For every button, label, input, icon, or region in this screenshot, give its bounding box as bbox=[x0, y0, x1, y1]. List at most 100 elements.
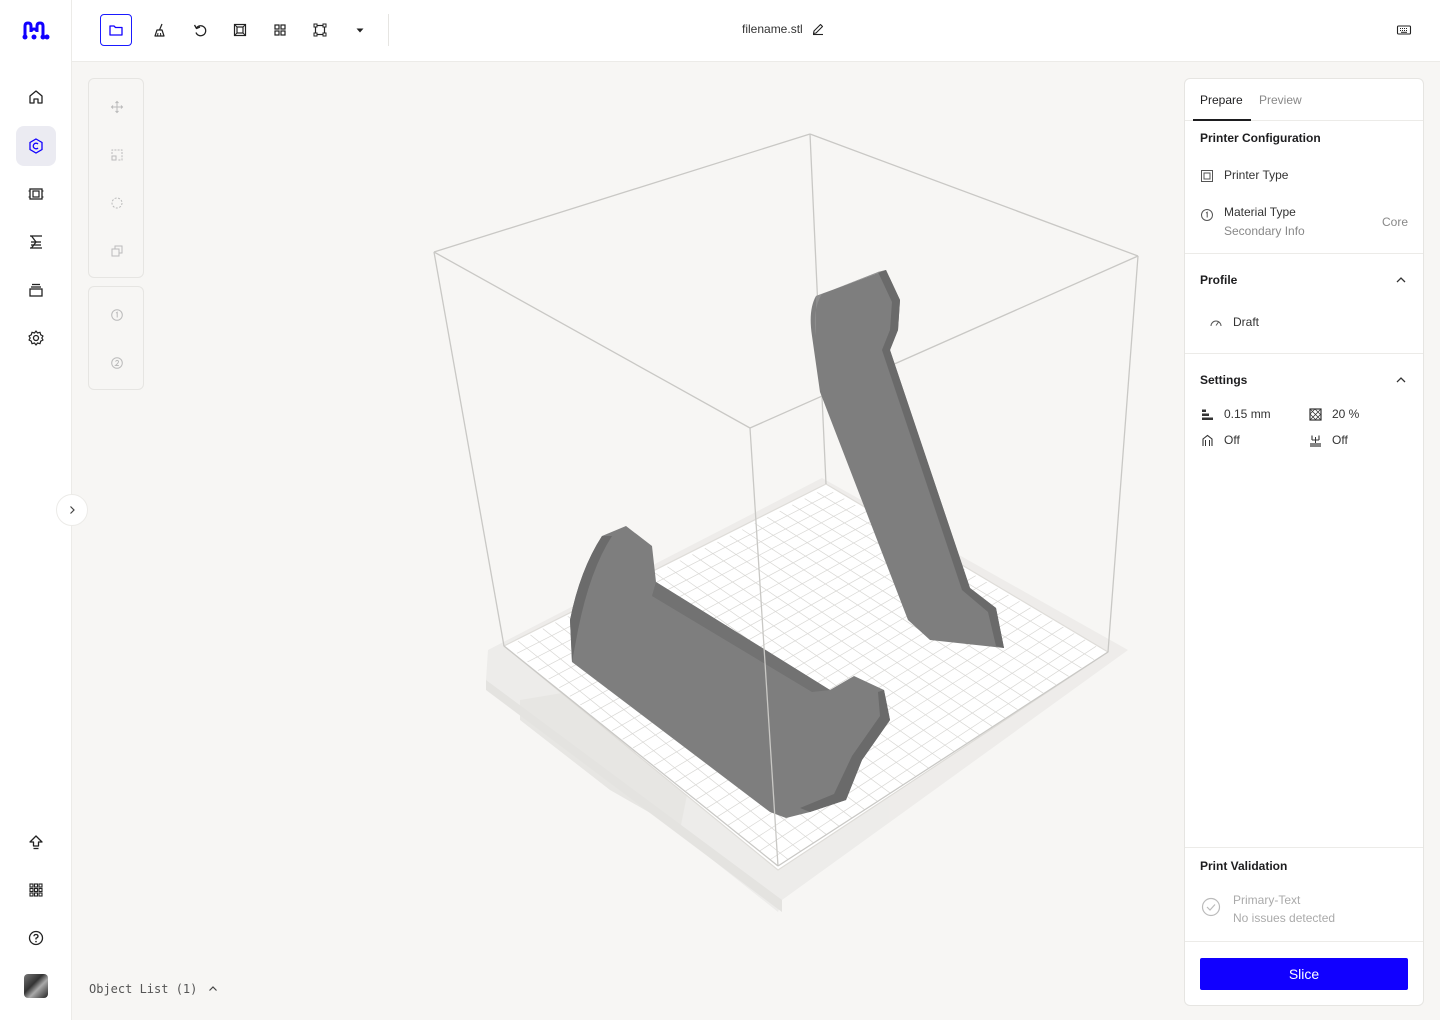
layer-height-setting[interactable]: 0.15 mm bbox=[1201, 407, 1271, 421]
rail-prepare-button[interactable] bbox=[16, 126, 56, 166]
clean-button[interactable] bbox=[144, 14, 176, 46]
folder-icon bbox=[109, 25, 123, 36]
filename-label: filename.stl bbox=[742, 22, 803, 36]
grid-icon bbox=[29, 883, 43, 897]
gauge-icon bbox=[1210, 320, 1222, 327]
rotate-icon bbox=[111, 197, 123, 209]
bounding-box-button[interactable] bbox=[304, 14, 336, 46]
3d-viewport[interactable] bbox=[380, 120, 1170, 930]
pencil-icon[interactable] bbox=[811, 22, 825, 36]
chevron-right-icon bbox=[70, 506, 75, 514]
profile-title: Profile bbox=[1200, 273, 1238, 287]
move-icon bbox=[110, 100, 124, 114]
undo-icon bbox=[193, 24, 207, 37]
filename-display: filename.stl bbox=[742, 22, 825, 36]
adhesion-setting[interactable]: Off bbox=[1309, 433, 1348, 447]
archive-icon bbox=[29, 283, 43, 297]
printer-type-label: Printer Type bbox=[1224, 168, 1289, 182]
film-icon bbox=[28, 188, 44, 200]
object-list-label: Object List (1) bbox=[89, 982, 198, 996]
validation-status: Primary-Text No issues detected bbox=[1201, 891, 1335, 927]
rotate-tool[interactable] bbox=[105, 191, 129, 215]
scale-icon bbox=[111, 149, 123, 161]
rail-upload-button[interactable] bbox=[16, 822, 56, 862]
section-divider bbox=[1185, 353, 1423, 354]
avatar[interactable] bbox=[24, 974, 48, 998]
toolbar-divider bbox=[388, 14, 389, 46]
material-value: Core bbox=[1381, 215, 1408, 229]
section-divider bbox=[1185, 941, 1423, 942]
panel-tabs: Prepare Preview bbox=[1185, 79, 1423, 121]
hourglass-icon bbox=[30, 235, 42, 249]
support-value: Off bbox=[1224, 433, 1240, 447]
help-icon bbox=[28, 930, 44, 946]
rail-materials-button[interactable] bbox=[16, 174, 56, 214]
keyboard-icon[interactable] bbox=[1396, 22, 1412, 38]
extruder-1-tool[interactable] bbox=[105, 303, 129, 327]
layer-height-icon bbox=[1202, 409, 1213, 420]
profile-row[interactable]: Draft bbox=[1209, 315, 1259, 330]
adhesion-icon bbox=[1310, 435, 1321, 447]
more-tools-dropdown[interactable] bbox=[344, 14, 376, 46]
profile-value: Draft bbox=[1233, 315, 1260, 329]
caret-down-icon bbox=[356, 28, 364, 33]
expand-sidebar-button[interactable] bbox=[56, 494, 88, 526]
frame-button[interactable] bbox=[224, 14, 256, 46]
open-file-button[interactable] bbox=[100, 14, 132, 46]
check-circle-icon bbox=[1201, 897, 1221, 917]
rail-settings-button[interactable] bbox=[16, 318, 56, 358]
duplicate-icon bbox=[111, 245, 123, 257]
extruder-2-icon bbox=[111, 357, 123, 369]
infill-value: 20 % bbox=[1332, 407, 1360, 421]
tab-prepare[interactable]: Prepare bbox=[1200, 93, 1243, 107]
section-divider bbox=[1185, 847, 1423, 848]
hexagon-icon bbox=[29, 138, 43, 154]
settings-collapse-icon[interactable] bbox=[1394, 373, 1408, 387]
printer-type-row[interactable]: Printer Type bbox=[1200, 168, 1288, 183]
top-toolbar: filename.stl bbox=[72, 0, 1440, 62]
extruder-1-icon bbox=[111, 309, 123, 321]
rail-home-button[interactable] bbox=[16, 77, 56, 117]
infill-icon bbox=[1309, 407, 1322, 421]
material-secondary-label: Secondary Info bbox=[1224, 224, 1305, 238]
layer-height-value: 0.15 mm bbox=[1224, 407, 1271, 421]
rail-archive-button[interactable] bbox=[16, 270, 56, 310]
profile-collapse-icon[interactable] bbox=[1394, 273, 1408, 287]
upload-icon bbox=[29, 835, 43, 850]
duplicate-tool[interactable] bbox=[105, 239, 129, 263]
object-list-toggle[interactable]: Object List (1) bbox=[89, 982, 219, 996]
slice-button[interactable]: Slice bbox=[1200, 958, 1408, 990]
printer-icon bbox=[1201, 170, 1213, 182]
rail-queue-button[interactable] bbox=[16, 222, 56, 262]
printer-config-title: Printer Configuration bbox=[1200, 131, 1321, 145]
infill-setting[interactable]: 20 % bbox=[1309, 407, 1359, 421]
material-type-row[interactable]: Material Type Secondary Info bbox=[1200, 205, 1305, 238]
support-setting[interactable]: Off bbox=[1201, 433, 1240, 447]
gear-icon bbox=[28, 330, 44, 346]
frame-icon bbox=[233, 23, 247, 37]
adhesion-value: Off bbox=[1332, 433, 1348, 447]
tab-preview[interactable]: Preview bbox=[1259, 93, 1302, 107]
material-type-label: Material Type bbox=[1224, 205, 1296, 219]
validation-primary: Primary-Text bbox=[1233, 893, 1301, 907]
arrange-icon bbox=[274, 24, 286, 36]
extruder-2-tool[interactable] bbox=[105, 351, 129, 375]
scale-tool[interactable] bbox=[105, 143, 129, 167]
transform-tools-panel bbox=[88, 78, 144, 278]
broom-icon bbox=[154, 23, 165, 37]
settings-title: Settings bbox=[1200, 373, 1248, 387]
validation-title: Print Validation bbox=[1200, 859, 1288, 873]
validation-secondary: No issues detected bbox=[1233, 911, 1336, 925]
section-divider bbox=[1185, 253, 1423, 254]
tab-active-indicator bbox=[1193, 119, 1251, 121]
support-icon bbox=[1202, 434, 1213, 446]
extruder-tools-panel bbox=[88, 286, 144, 390]
arrange-button[interactable] bbox=[264, 14, 296, 46]
rail-help-button[interactable] bbox=[16, 918, 56, 958]
undo-button[interactable] bbox=[184, 14, 216, 46]
move-tool[interactable] bbox=[105, 95, 129, 119]
rail-apps-button[interactable] bbox=[16, 870, 56, 910]
brand-logo[interactable] bbox=[22, 18, 50, 42]
material-1-icon bbox=[1201, 209, 1213, 221]
home-icon bbox=[29, 90, 43, 104]
